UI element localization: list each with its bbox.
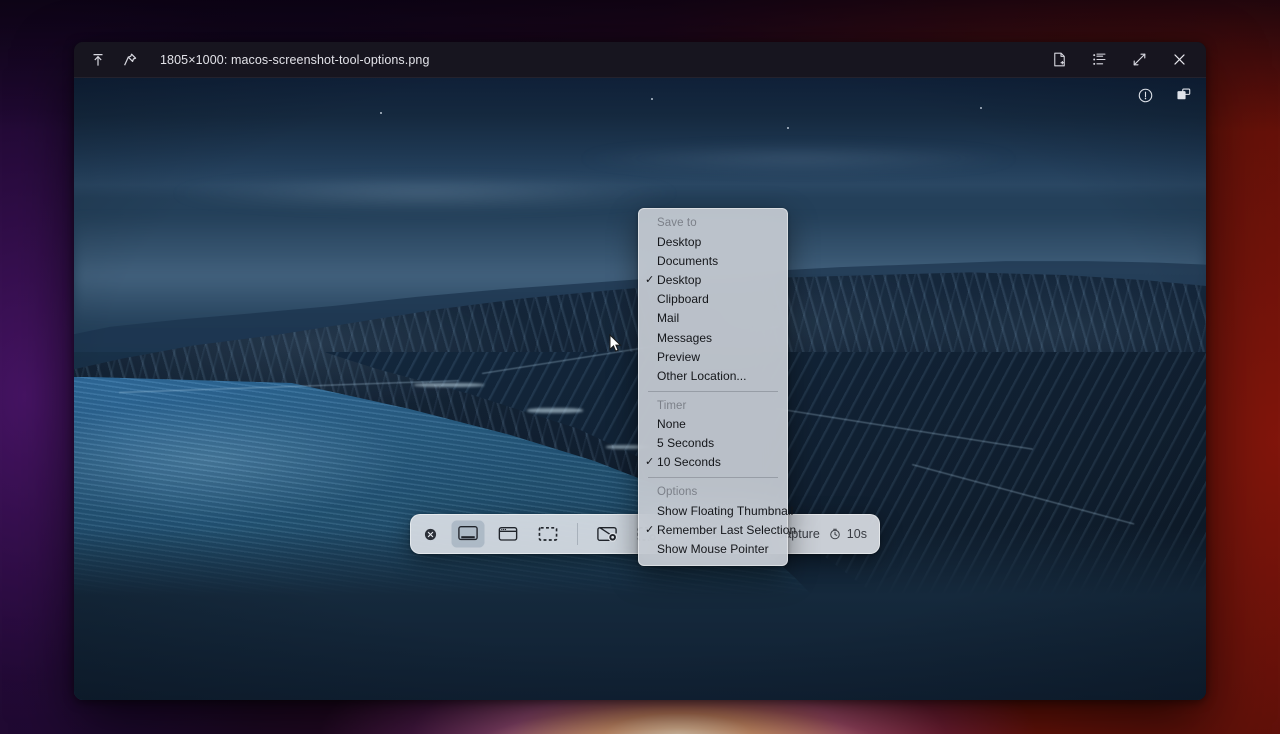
capture-timer-value: 10s: [847, 527, 867, 541]
menu-item[interactable]: Show Floating Thumbnail: [639, 501, 787, 520]
menu-item[interactable]: Show Mouse Pointer: [639, 539, 787, 558]
info-circle-icon[interactable]: [1134, 84, 1156, 106]
close-icon[interactable]: [1164, 46, 1194, 74]
toolbar-divider: [577, 523, 578, 545]
menu-item[interactable]: Clipboard: [639, 290, 787, 309]
menu-item[interactable]: ✓Remember Last Selection: [639, 520, 787, 539]
open-in-icon[interactable]: [82, 46, 114, 74]
image-viewer-window: 1805×1000: macos-screenshot-tool-options…: [74, 42, 1206, 700]
menu-item-label: Documents: [657, 254, 718, 268]
menu-item-label: Mail: [657, 311, 679, 325]
menu-item[interactable]: Documents: [639, 251, 787, 270]
check-icon: ✓: [645, 273, 654, 286]
menu-item[interactable]: Other Location...: [639, 366, 787, 385]
menu-item[interactable]: ✓10 Seconds: [639, 453, 787, 472]
capture-selected-window-button[interactable]: [491, 520, 525, 548]
menu-item-label: Clipboard: [657, 292, 709, 306]
menu-item-label: Other Location...: [657, 369, 747, 383]
menu-section-header: Timer: [639, 397, 787, 415]
menu-item-label: Preview: [657, 350, 700, 364]
menu-section-header: Save to: [639, 214, 787, 232]
menu-item-label: Desktop: [657, 235, 701, 249]
expand-arrows-icon[interactable]: [1124, 46, 1154, 74]
pin-icon[interactable]: [114, 46, 146, 74]
window-title: 1805×1000: macos-screenshot-tool-options…: [160, 53, 430, 67]
menu-item-label: Show Mouse Pointer: [657, 542, 769, 556]
picture-in-picture-icon[interactable]: [1172, 84, 1194, 106]
menu-item[interactable]: Preview: [639, 347, 787, 366]
check-icon: ✓: [645, 455, 654, 468]
menu-item[interactable]: ✓Desktop: [639, 270, 787, 289]
menu-item-label: Messages: [657, 331, 712, 345]
menu-item-label: 10 Seconds: [657, 455, 721, 469]
menu-item[interactable]: 5 Seconds: [639, 434, 787, 453]
capture-mode-group: [445, 520, 571, 548]
titlebar-right-controls: [1044, 46, 1206, 74]
options-dropdown-menu: Save toDesktopDocuments✓DesktopClipboard…: [638, 208, 788, 566]
image-canvas[interactable]: Options ⌄ Capture 10s Save toDesktopDocu…: [74, 78, 1206, 700]
menu-separator: [648, 391, 778, 392]
menu-item[interactable]: Desktop: [639, 232, 787, 251]
menu-item[interactable]: None: [639, 415, 787, 434]
check-icon: ✓: [645, 523, 654, 536]
menu-item-label: None: [657, 417, 686, 431]
mouse-pointer: [609, 334, 622, 358]
menu-item-label: 5 Seconds: [657, 436, 714, 450]
menu-section-header: Options: [639, 483, 787, 501]
timer-icon: [829, 528, 841, 540]
menu-item-label: Remember Last Selection: [657, 523, 796, 537]
menu-item-label: Show Floating Thumbnail: [657, 504, 793, 518]
menu-separator: [648, 477, 778, 478]
window-titlebar: 1805×1000: macos-screenshot-tool-options…: [74, 42, 1206, 78]
menu-item-label: Desktop: [657, 273, 701, 287]
capture-entire-screen-button[interactable]: [451, 520, 485, 548]
file-new-icon[interactable]: [1044, 46, 1074, 74]
canvas-overlay-controls: [1134, 84, 1194, 106]
close-toolbar-button[interactable]: [419, 528, 441, 541]
menu-item[interactable]: Mail: [639, 309, 787, 328]
capture-selected-portion-button[interactable]: [531, 520, 565, 548]
titlebar-left-controls: 1805×1000: macos-screenshot-tool-options…: [74, 46, 430, 74]
menu-item[interactable]: Messages: [639, 328, 787, 347]
record-entire-screen-button[interactable]: [590, 520, 624, 548]
list-properties-icon[interactable]: [1084, 46, 1114, 74]
